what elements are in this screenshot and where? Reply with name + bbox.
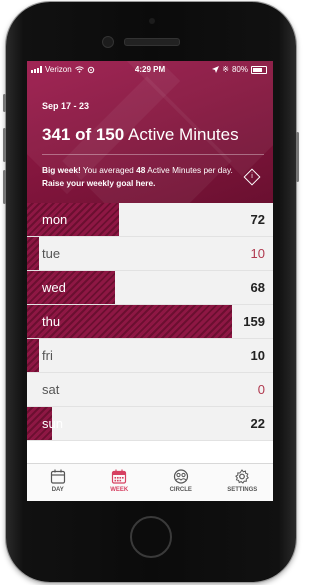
- day-value: 10: [250, 246, 265, 261]
- home-button[interactable]: [130, 516, 172, 558]
- tab-settings[interactable]: SETTINGS: [212, 464, 274, 501]
- day-value: 10: [250, 348, 265, 363]
- location-arrow-icon: [212, 66, 220, 73]
- day-row-fri[interactable]: fri 10: [27, 339, 273, 373]
- tab-week[interactable]: WEEK: [89, 464, 151, 501]
- gear-icon: [235, 469, 250, 484]
- day-row-sat[interactable]: sat 0: [27, 373, 273, 407]
- tab-label: SETTINGS: [227, 487, 258, 493]
- day-label: fri: [42, 348, 53, 363]
- tab-circle[interactable]: CIRCLE: [150, 464, 212, 501]
- day-label: thu: [42, 314, 61, 329]
- battery-icon: [251, 65, 267, 74]
- day-label: sat: [42, 382, 60, 397]
- power-button: [296, 132, 299, 182]
- average-value: 48: [136, 165, 146, 175]
- front-camera: [102, 36, 114, 48]
- day-bar: [27, 203, 119, 236]
- day-row-wed[interactable]: wed 68: [27, 271, 273, 305]
- day-bar: [27, 271, 115, 304]
- minutes-count: 341 of 150: [42, 125, 125, 144]
- raise-goal-link[interactable]: Raise your weekly goal here.: [42, 178, 155, 188]
- volume-down-button: [3, 170, 6, 204]
- battery-percent: 80%: [231, 65, 248, 74]
- app-screen: Verizon 4:29 PM ※ 80% Sep 17 - 23 341 of…: [27, 61, 273, 501]
- mute-switch: [3, 94, 6, 112]
- calendar-icon: [50, 469, 65, 484]
- weekly-summary-header: Verizon 4:29 PM ※ 80% Sep 17 - 23 341 of…: [27, 61, 273, 203]
- tab-bar: DAY WEEK CIRCLE SETTINGS: [27, 463, 273, 501]
- day-row-thu[interactable]: thu 159: [27, 305, 273, 339]
- earpiece-speaker: [124, 38, 180, 46]
- message-text-2: Active Minutes per day.: [145, 165, 233, 175]
- day-label: mon: [42, 212, 68, 227]
- day-row-tue[interactable]: tue 10: [27, 237, 273, 271]
- day-bar: [27, 339, 39, 372]
- daily-minutes-list: mon 72 tue 10 wed 68 thu 159 fri 10 sat …: [27, 203, 273, 441]
- day-bar: [27, 237, 39, 270]
- active-minutes-total: 341 of 150 Active Minutes: [42, 125, 239, 145]
- tab-label: CIRCLE: [169, 487, 192, 493]
- day-value: 72: [250, 212, 265, 227]
- week-calendar-icon: [112, 469, 127, 484]
- bluetooth-icon: ※: [222, 65, 229, 74]
- circle-group-icon: [173, 469, 188, 484]
- info-glyph: i: [251, 173, 253, 180]
- day-label: sun: [42, 416, 63, 431]
- info-icon[interactable]: i: [243, 168, 261, 186]
- day-row-sun[interactable]: sun 22: [27, 407, 273, 441]
- message-headline: Big week!: [42, 165, 81, 175]
- status-bar: Verizon 4:29 PM ※ 80%: [27, 61, 273, 77]
- day-label: wed: [42, 280, 66, 295]
- day-value: 0: [257, 382, 265, 397]
- date-range: Sep 17 - 23: [42, 101, 90, 111]
- message-text: You averaged: [80, 165, 137, 175]
- proximity-sensor: [149, 18, 155, 24]
- day-label: tue: [42, 246, 61, 261]
- day-value: 22: [250, 416, 265, 431]
- tab-day[interactable]: DAY: [27, 464, 89, 501]
- header-divider: [42, 154, 264, 155]
- tab-label: DAY: [51, 487, 64, 493]
- day-row-mon[interactable]: mon 72: [27, 203, 273, 237]
- tab-label: WEEK: [110, 487, 129, 493]
- summary-message: Big week! You averaged 48 Active Minutes…: [42, 164, 237, 190]
- day-value: 159: [243, 314, 265, 329]
- day-value: 68: [250, 280, 265, 295]
- volume-up-button: [3, 128, 6, 162]
- minutes-label: Active Minutes: [128, 125, 239, 144]
